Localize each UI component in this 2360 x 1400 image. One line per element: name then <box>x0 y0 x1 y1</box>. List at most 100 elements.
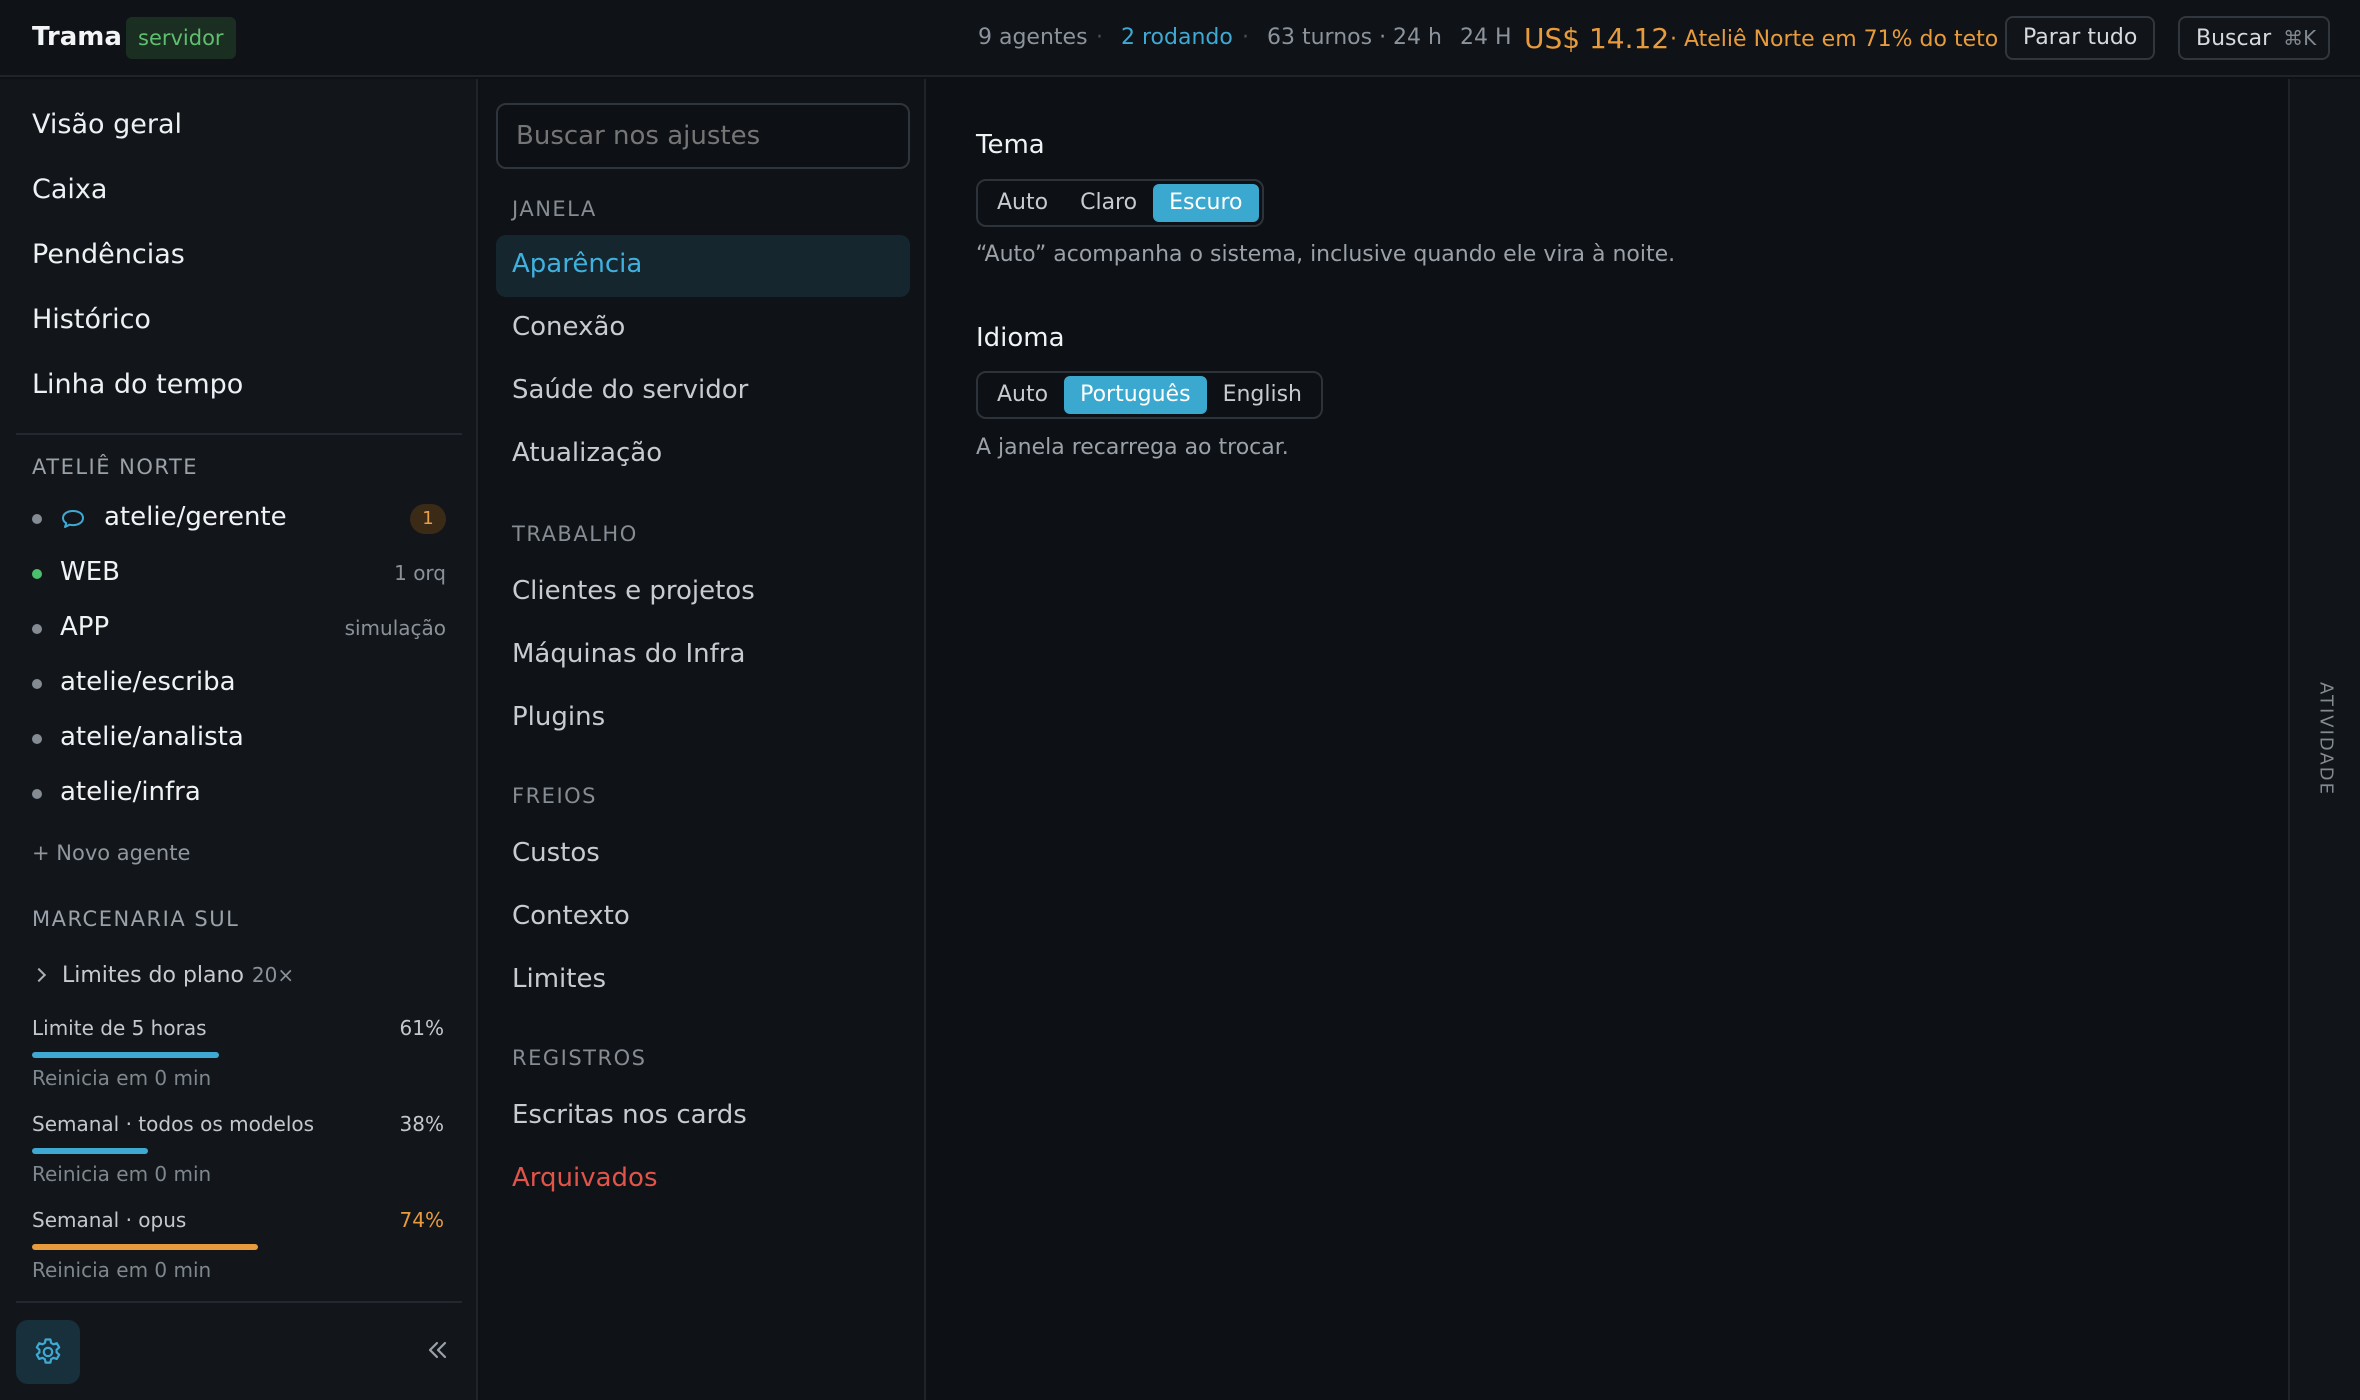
top-bar: Trama servidor 9 agentes · 2 rodando · 6… <box>0 0 2360 77</box>
unread-badge: 1 <box>410 504 446 534</box>
language-hint: A janela recarrega ao trocar. <box>976 435 1289 460</box>
settings-section-title: TRABALHO <box>512 522 638 546</box>
plan-limits-toggle[interactable]: Limites do plano 20× <box>31 963 294 988</box>
agent-row[interactable]: atelie/gerente 1 <box>32 500 446 540</box>
limit-reset: Reinicia em 0 min <box>32 1066 212 1090</box>
agent-name: atelie/gerente <box>104 502 287 532</box>
cost-period: 24 H <box>1460 25 1512 50</box>
agent-name: APP <box>60 612 110 642</box>
settings-nav: JANELA Aparência Conexão Saúde do servid… <box>480 79 926 1400</box>
plan-limits-title: Limites do plano <box>62 963 244 988</box>
chevron-right-icon <box>31 967 47 983</box>
new-agent-button[interactable]: + Novo agente <box>32 841 190 865</box>
search-button-label: Buscar <box>2196 26 2272 51</box>
agent-row[interactable]: APP simulação <box>32 610 446 650</box>
turns-count: 63 turnos · 24 h <box>1267 25 1442 50</box>
limit-label: Semanal · opus <box>32 1208 187 1232</box>
limit-label: Semanal · todos os modelos <box>32 1112 315 1136</box>
limit-progress-fill <box>32 1244 259 1250</box>
agent-name: atelie/infra <box>60 777 201 807</box>
status-dot <box>32 624 42 634</box>
limit-percent: 61% <box>399 1016 444 1040</box>
settings-item-server-health[interactable]: Saúde do servidor <box>512 375 748 405</box>
limit-progress-fill <box>32 1052 219 1058</box>
running-count[interactable]: 2 rodando <box>1121 25 1233 50</box>
app-title: Trama <box>32 22 122 52</box>
settings-item-infra-machines[interactable]: Máquinas do Infra <box>512 639 745 669</box>
language-option-english[interactable]: English <box>1207 376 1318 414</box>
group-title-marcenaria-sul: MARCENARIA SUL <box>32 907 240 931</box>
agent-row[interactable]: atelie/analista <box>32 720 446 760</box>
settings-section-title: REGISTROS <box>512 1046 647 1070</box>
settings-section-title: FREIOS <box>512 784 597 808</box>
sidebar-item-pending[interactable]: Pendências <box>32 239 185 270</box>
separator-dot: · <box>1242 25 1249 50</box>
settings-search-input[interactable] <box>496 103 910 169</box>
limit-percent: 74% <box>399 1208 444 1232</box>
collapse-sidebar-icon[interactable] <box>424 1337 450 1363</box>
settings-item-connection[interactable]: Conexão <box>512 312 625 342</box>
settings-item-context[interactable]: Contexto <box>512 901 630 931</box>
cost-value: US$ 14.12 <box>1524 22 1670 55</box>
gear-icon <box>35 1338 61 1364</box>
language-option-portuguese[interactable]: Português <box>1064 376 1207 414</box>
agent-row[interactable]: atelie/escriba <box>32 665 446 705</box>
group-title-atelie-norte: ATELIÊ NORTE <box>32 455 199 479</box>
status-dot-running <box>32 569 42 579</box>
agent-name: atelie/analista <box>60 722 244 752</box>
stop-all-button[interactable]: Parar tudo <box>2005 16 2156 60</box>
settings-button[interactable] <box>16 1320 80 1384</box>
theme-segmented-control: Auto Claro Escuro <box>976 179 1264 227</box>
theme-option-dark[interactable]: Escuro <box>1153 184 1259 222</box>
settings-item-plugins[interactable]: Plugins <box>512 702 605 732</box>
agents-count: 9 agentes <box>978 25 1088 50</box>
agent-name: atelie/escriba <box>60 667 236 697</box>
search-button[interactable]: Buscar ⌘K <box>2178 16 2331 60</box>
status-dot <box>32 789 42 799</box>
limit-percent: 38% <box>399 1112 444 1136</box>
status-dot <box>32 679 42 689</box>
limit-progress-bar <box>32 1148 338 1154</box>
settings-item-update[interactable]: Atualização <box>512 438 662 468</box>
theme-option-auto[interactable]: Auto <box>981 184 1064 222</box>
settings-item-clients-projects[interactable]: Clientes e projetos <box>512 576 755 606</box>
settings-section-title: JANELA <box>512 197 597 221</box>
agent-meta: 1 orq <box>394 561 446 585</box>
agent-row[interactable]: atelie/infra <box>32 775 446 815</box>
settings-item-appearance[interactable]: Aparência <box>512 249 642 279</box>
limit-label: Limite de 5 horas <box>32 1016 207 1040</box>
limit-progress-fill <box>32 1148 149 1154</box>
limit-reset: Reinicia em 0 min <box>32 1162 212 1186</box>
sidebar-divider <box>16 1301 462 1303</box>
chat-bubble-icon <box>62 510 84 528</box>
sidebar-item-inbox[interactable]: Caixa <box>32 174 107 205</box>
settings-item-costs[interactable]: Custos <box>512 838 600 868</box>
separator-dot: · <box>1096 25 1103 50</box>
language-title: Idioma <box>976 323 1065 353</box>
server-badge: servidor <box>126 17 236 59</box>
agent-name: WEB <box>60 557 120 587</box>
theme-title: Tema <box>976 130 1045 160</box>
sidebar-item-timeline[interactable]: Linha do tempo <box>32 369 243 400</box>
settings-item-archived[interactable]: Arquivados <box>512 1163 658 1193</box>
activity-label: ATIVIDADE <box>2315 682 2337 796</box>
language-segmented-control: Auto Português English <box>976 371 1324 419</box>
theme-hint: “Auto” acompanha o sistema, inclusive qu… <box>976 242 1676 267</box>
sidebar-item-history[interactable]: Histórico <box>32 304 151 335</box>
limit-progress-bar <box>32 1052 338 1058</box>
limit-progress-bar <box>32 1244 338 1250</box>
budget-warning[interactable]: · Ateliê Norte em 71% do teto <box>1670 27 1998 52</box>
agent-row[interactable]: WEB 1 orq <box>32 555 446 595</box>
search-shortcut: ⌘K <box>2283 26 2317 50</box>
activity-panel-toggle[interactable]: ATIVIDADE <box>2288 79 2360 1400</box>
sidebar-divider <box>16 433 462 435</box>
settings-item-limits[interactable]: Limites <box>512 964 606 994</box>
sidebar-item-overview[interactable]: Visão geral <box>32 109 182 140</box>
theme-option-light[interactable]: Claro <box>1064 184 1153 222</box>
language-option-auto[interactable]: Auto <box>981 376 1064 414</box>
settings-item-card-writes[interactable]: Escritas nos cards <box>512 1100 747 1130</box>
status-dot <box>32 514 42 524</box>
appearance-panel: Tema Auto Claro Escuro “Auto” acompanha … <box>928 79 2286 1400</box>
status-dot <box>32 734 42 744</box>
sidebar: Visão geral Caixa Pendências Histórico L… <box>0 79 478 1400</box>
